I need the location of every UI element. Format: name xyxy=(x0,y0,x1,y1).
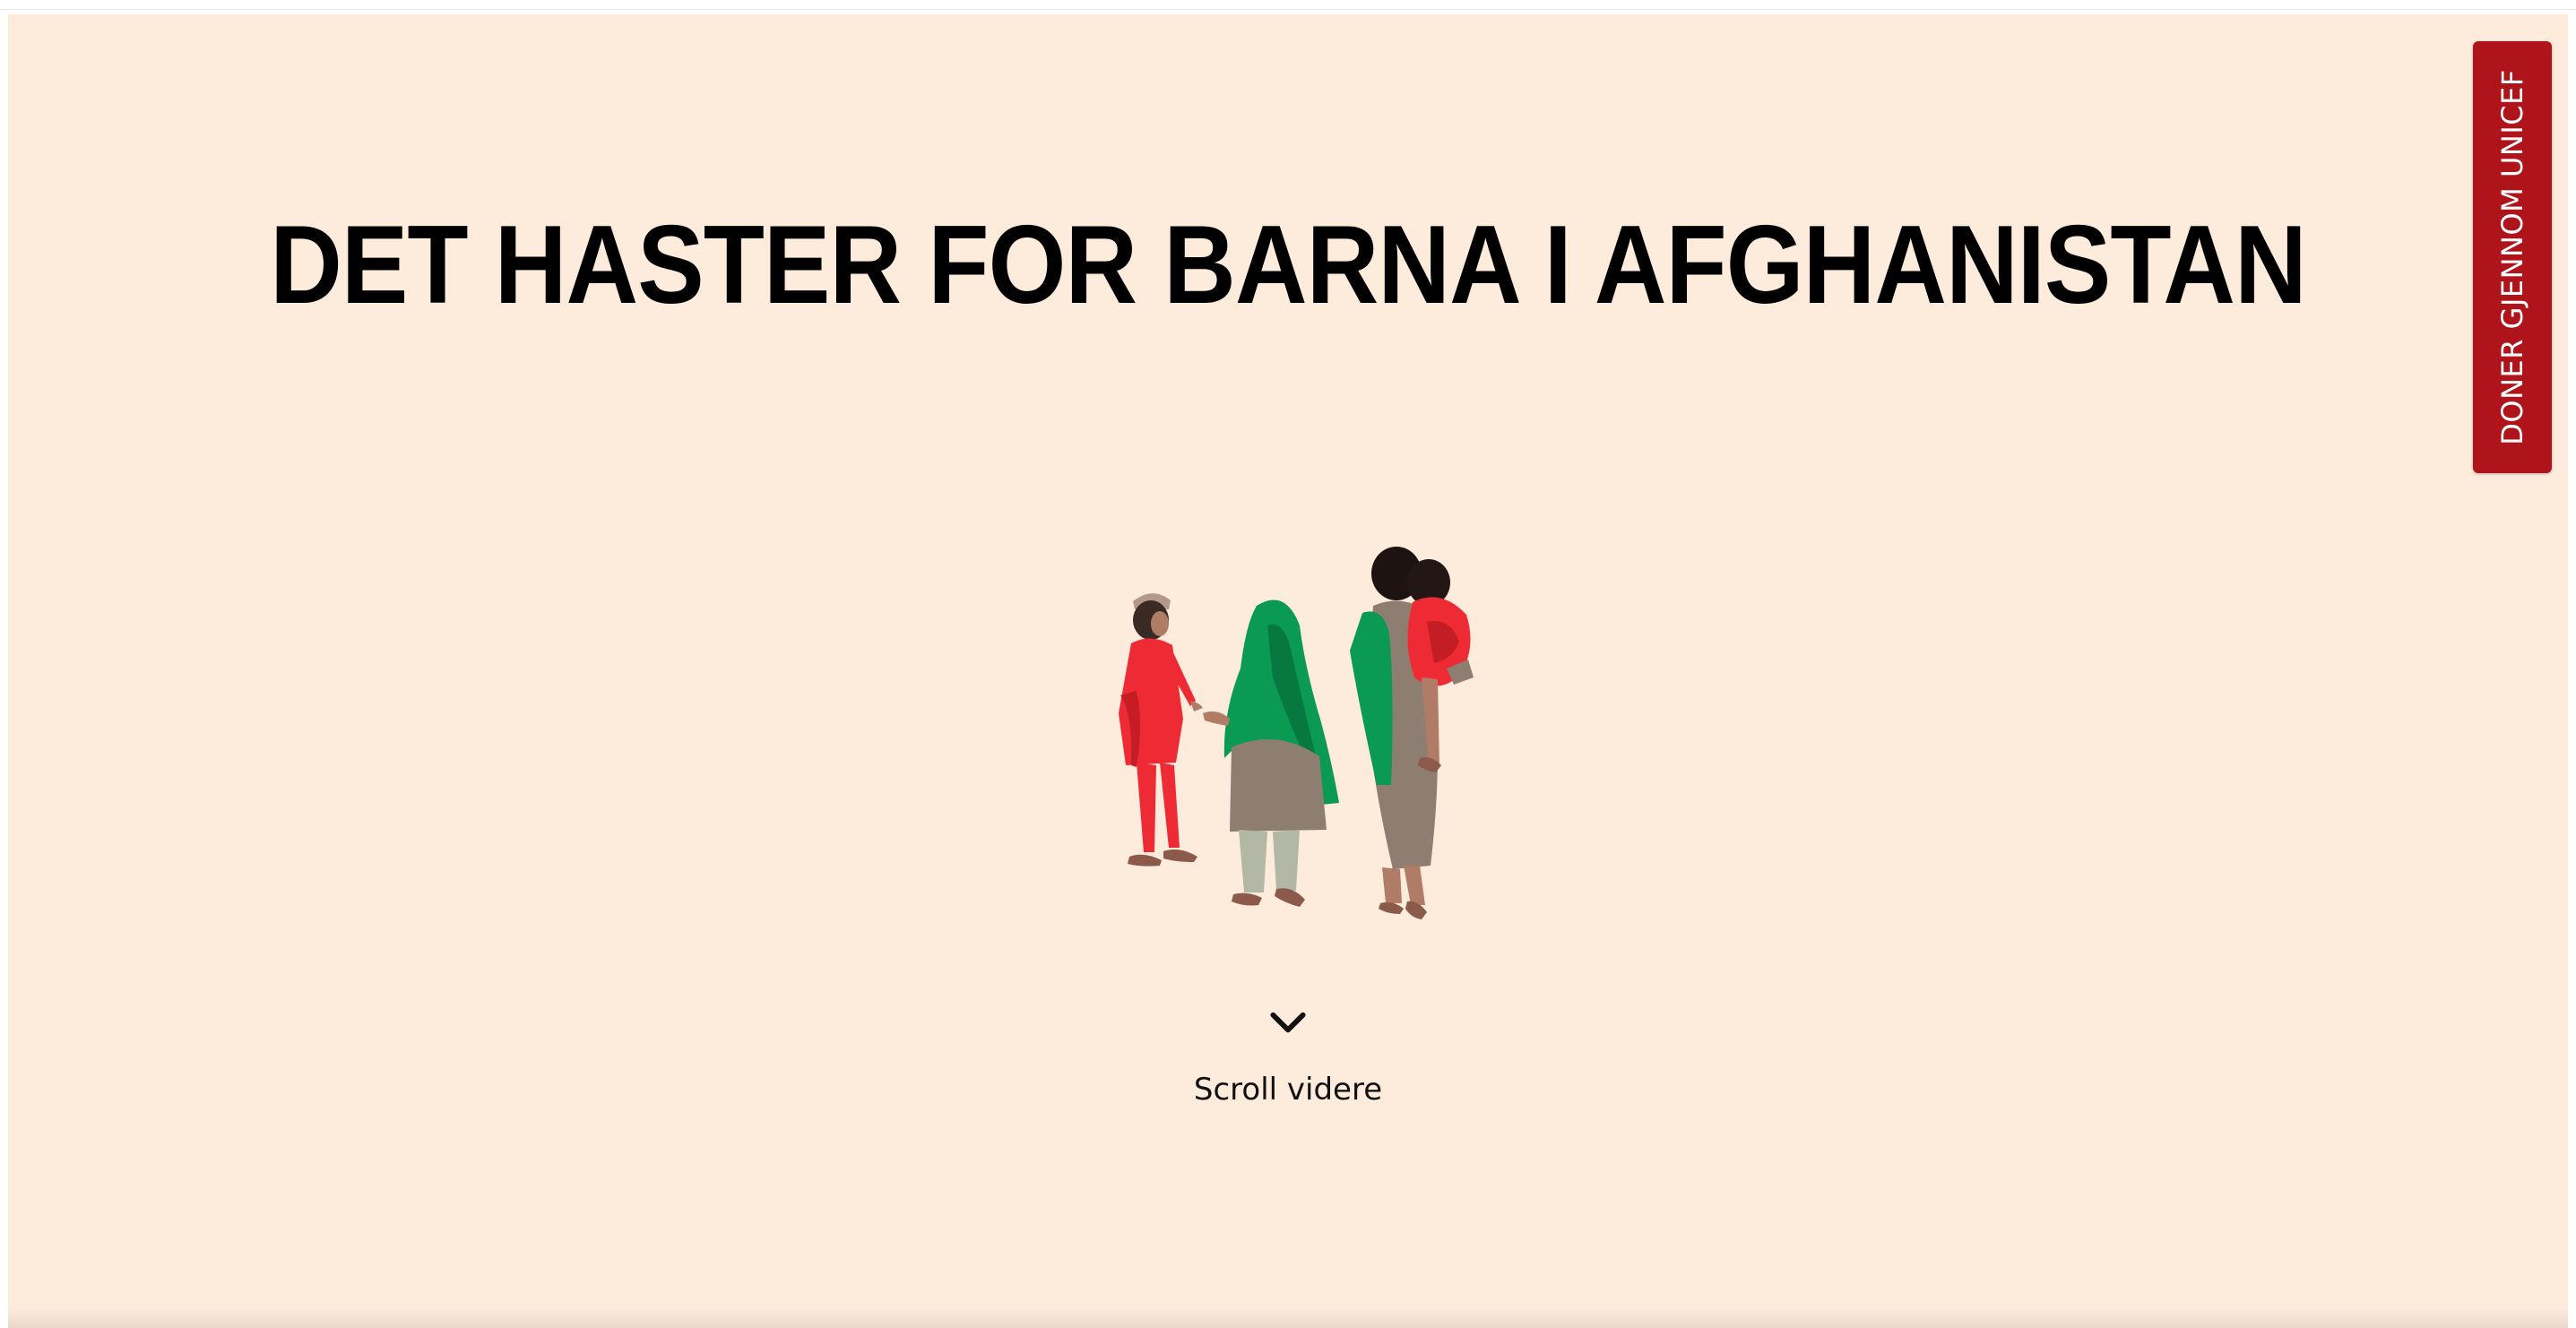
scroll-label: Scroll videre xyxy=(1193,1072,1383,1108)
chevron-down-icon xyxy=(1270,1012,1306,1033)
scroll-down-button[interactable]: Scroll videre xyxy=(1194,1009,1382,1108)
children-walking-illustration xyxy=(1119,547,1474,919)
donate-label: DONER GJENNOM UNICEF xyxy=(2495,69,2529,445)
donate-unicef-button[interactable]: DONER GJENNOM UNICEF xyxy=(2473,41,2552,473)
hero-section: DET HASTER FOR BARNA I AFGHANISTAN Scrol… xyxy=(8,14,2568,1328)
child-red-outfit xyxy=(1119,593,1203,867)
child-green-scarf xyxy=(1203,599,1339,907)
page-title: DET HASTER FOR BARNA I AFGHANISTAN xyxy=(270,203,2306,327)
browser-top-edge xyxy=(0,0,2576,10)
child-carrying-sibling xyxy=(1350,547,1474,919)
